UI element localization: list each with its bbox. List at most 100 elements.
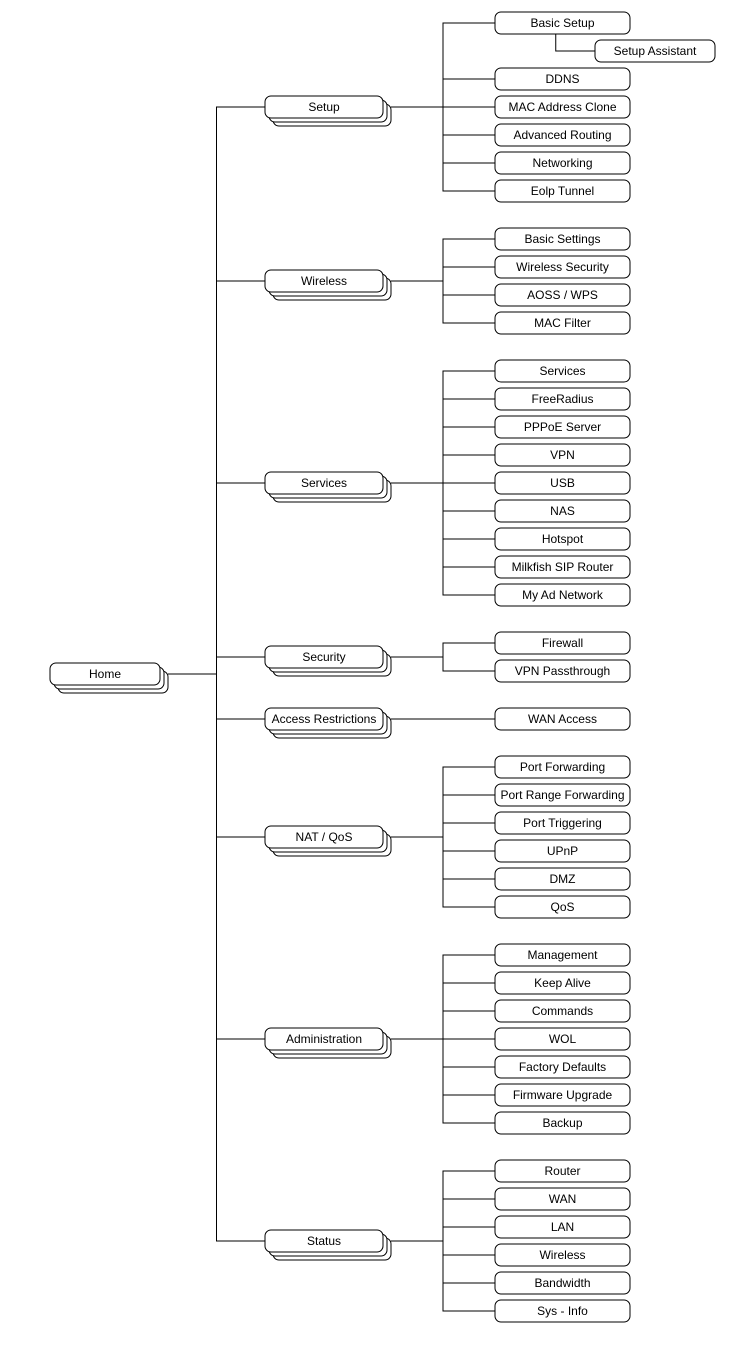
leaf-node: QoS bbox=[495, 896, 630, 918]
svg-text:WOL: WOL bbox=[549, 1032, 577, 1046]
svg-text:Firmware Upgrade: Firmware Upgrade bbox=[513, 1088, 613, 1102]
leaf-node: Firmware Upgrade bbox=[495, 1084, 630, 1106]
grandchild-node: Setup Assistant bbox=[595, 40, 715, 62]
svg-text:Setup: Setup bbox=[308, 100, 340, 114]
svg-text:Home: Home bbox=[89, 667, 121, 681]
leaf-node: MAC Filter bbox=[495, 312, 630, 334]
svg-text:WAN Access: WAN Access bbox=[528, 712, 597, 726]
svg-text:Services: Services bbox=[301, 476, 347, 490]
leaf-node: Wireless bbox=[495, 1244, 630, 1266]
svg-text:PPPoE Server: PPPoE Server bbox=[524, 420, 601, 434]
leaf-node: Port Forwarding bbox=[495, 756, 630, 778]
svg-text:Port Triggering: Port Triggering bbox=[523, 816, 602, 830]
svg-text:Eolp Tunnel: Eolp Tunnel bbox=[531, 184, 594, 198]
svg-text:Hotspot: Hotspot bbox=[542, 532, 584, 546]
svg-text:Firewall: Firewall bbox=[542, 636, 583, 650]
svg-text:Bandwidth: Bandwidth bbox=[534, 1276, 590, 1290]
svg-text:Port Forwarding: Port Forwarding bbox=[520, 760, 605, 774]
svg-text:Advanced Routing: Advanced Routing bbox=[513, 128, 611, 142]
svg-text:Status: Status bbox=[307, 1234, 341, 1248]
sitemap-diagram: Basic Setup Setup Assistant DDNS MAC Addres… bbox=[0, 0, 735, 1369]
svg-text:UPnP: UPnP bbox=[547, 844, 578, 858]
svg-text:Security: Security bbox=[302, 650, 345, 664]
svg-text:Factory Defaults: Factory Defaults bbox=[519, 1060, 606, 1074]
svg-text:USB: USB bbox=[550, 476, 575, 490]
category-node: NAT / QoS bbox=[265, 826, 391, 856]
svg-text:AOSS / WPS: AOSS / WPS bbox=[527, 288, 598, 302]
leaf-node: Wireless Security bbox=[495, 256, 630, 278]
svg-text:Keep Alive: Keep Alive bbox=[534, 976, 591, 990]
leaf-node: Factory Defaults bbox=[495, 1056, 630, 1078]
leaf-node: Basic Setup bbox=[495, 12, 630, 34]
svg-text:VPN: VPN bbox=[550, 448, 575, 462]
svg-text:Milkfish SIP Router: Milkfish SIP Router bbox=[512, 560, 614, 574]
leaf-node: VPN Passthrough bbox=[495, 660, 630, 682]
svg-text:Wireless: Wireless bbox=[301, 274, 347, 288]
svg-text:Administration: Administration bbox=[286, 1032, 362, 1046]
leaf-node: VPN bbox=[495, 444, 630, 466]
leaf-node: Advanced Routing bbox=[495, 124, 630, 146]
svg-text:Services: Services bbox=[539, 364, 585, 378]
svg-text:Router: Router bbox=[544, 1164, 580, 1178]
svg-text:DMZ: DMZ bbox=[550, 872, 576, 886]
svg-text:My Ad Network: My Ad Network bbox=[522, 588, 604, 602]
leaf-node: PPPoE Server bbox=[495, 416, 630, 438]
svg-text:LAN: LAN bbox=[551, 1220, 574, 1234]
svg-text:NAS: NAS bbox=[550, 504, 575, 518]
svg-text:Networking: Networking bbox=[532, 156, 592, 170]
leaf-node: UPnP bbox=[495, 840, 630, 862]
leaf-node: LAN bbox=[495, 1216, 630, 1238]
category-node: Administration bbox=[265, 1028, 391, 1058]
svg-text:Backup: Backup bbox=[542, 1116, 582, 1130]
leaf-node: AOSS / WPS bbox=[495, 284, 630, 306]
leaf-node: Bandwidth bbox=[495, 1272, 630, 1294]
leaf-node: Backup bbox=[495, 1112, 630, 1134]
leaf-node: Services bbox=[495, 360, 630, 382]
leaf-node: MAC Address Clone bbox=[495, 96, 630, 118]
leaf-node: Sys - Info bbox=[495, 1300, 630, 1322]
svg-text:Port Range Forwarding: Port Range Forwarding bbox=[500, 788, 624, 802]
svg-text:MAC Address Clone: MAC Address Clone bbox=[508, 100, 616, 114]
svg-text:Basic Setup: Basic Setup bbox=[530, 16, 594, 30]
svg-text:QoS: QoS bbox=[550, 900, 574, 914]
leaf-node: FreeRadius bbox=[495, 388, 630, 410]
leaf-node: Management bbox=[495, 944, 630, 966]
svg-text:Wireless Security: Wireless Security bbox=[516, 260, 609, 274]
leaf-node: Hotspot bbox=[495, 528, 630, 550]
svg-text:Setup Assistant: Setup Assistant bbox=[614, 44, 697, 58]
leaf-node: Commands bbox=[495, 1000, 630, 1022]
leaf-node: Router bbox=[495, 1160, 630, 1182]
svg-text:Commands: Commands bbox=[532, 1004, 593, 1018]
leaf-node: Port Range Forwarding bbox=[495, 784, 630, 806]
category-node: Wireless bbox=[265, 270, 391, 300]
leaf-node: DDNS bbox=[495, 68, 630, 90]
svg-text:NAT / QoS: NAT / QoS bbox=[296, 830, 353, 844]
svg-text:DDNS: DDNS bbox=[545, 72, 579, 86]
leaf-node: Eolp Tunnel bbox=[495, 180, 630, 202]
leaf-node: Milkfish SIP Router bbox=[495, 556, 630, 578]
leaf-node: DMZ bbox=[495, 868, 630, 890]
leaf-node: NAS bbox=[495, 500, 630, 522]
svg-text:MAC Filter: MAC Filter bbox=[534, 316, 591, 330]
leaf-node: WOL bbox=[495, 1028, 630, 1050]
leaf-node: USB bbox=[495, 472, 630, 494]
svg-text:WAN: WAN bbox=[549, 1192, 577, 1206]
leaf-node: Keep Alive bbox=[495, 972, 630, 994]
leaf-node: Firewall bbox=[495, 632, 630, 654]
svg-text:Management: Management bbox=[527, 948, 598, 962]
leaf-node: My Ad Network bbox=[495, 584, 630, 606]
svg-text:Basic Settings: Basic Settings bbox=[524, 232, 600, 246]
category-node: Status bbox=[265, 1230, 391, 1260]
leaf-node: WAN bbox=[495, 1188, 630, 1210]
svg-text:VPN Passthrough: VPN Passthrough bbox=[515, 664, 610, 678]
svg-text:Access Restrictions: Access Restrictions bbox=[272, 712, 377, 726]
svg-text:Sys - Info: Sys - Info bbox=[537, 1304, 588, 1318]
category-node: Services bbox=[265, 472, 391, 502]
svg-text:FreeRadius: FreeRadius bbox=[531, 392, 593, 406]
leaf-node: Basic Settings bbox=[495, 228, 630, 250]
leaf-node: Port Triggering bbox=[495, 812, 630, 834]
category-node: Security bbox=[265, 646, 391, 676]
category-node: Access Restrictions bbox=[265, 708, 391, 738]
leaf-node: WAN Access bbox=[495, 708, 630, 730]
root-node: Home bbox=[50, 663, 168, 693]
